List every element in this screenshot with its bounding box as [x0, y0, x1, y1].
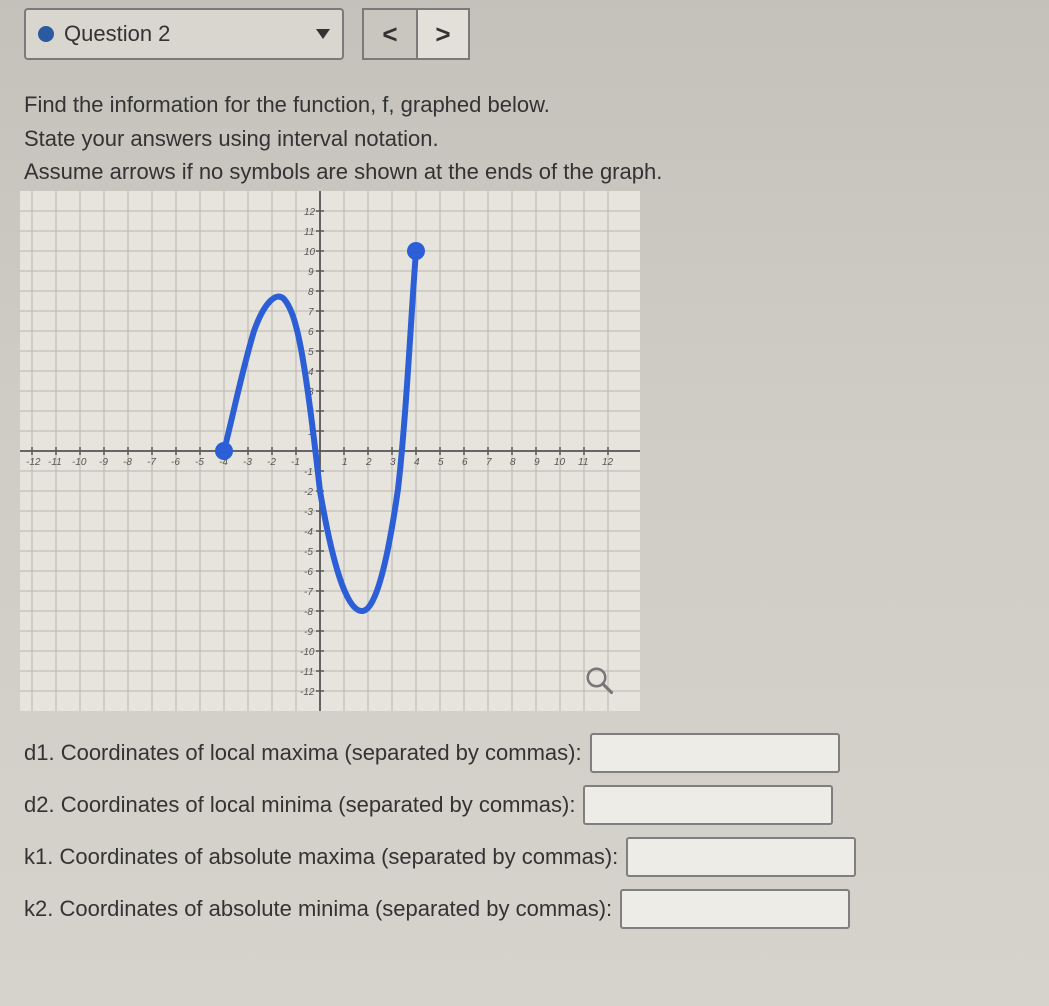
endpoint-right — [407, 242, 425, 260]
svg-text:-3: -3 — [243, 457, 252, 468]
svg-text:-8: -8 — [123, 457, 132, 468]
chevron-right-icon: > — [435, 19, 450, 50]
svg-text:10: 10 — [554, 457, 566, 468]
svg-text:-8: -8 — [304, 607, 313, 618]
svg-text:-12: -12 — [300, 687, 315, 698]
svg-text:-5: -5 — [304, 547, 313, 558]
input-d2[interactable] — [583, 785, 833, 825]
instruction-line-1: Find the information for the function, f… — [24, 90, 984, 120]
next-question-button[interactable]: > — [416, 8, 470, 60]
zoom-icon[interactable] — [584, 665, 614, 695]
svg-text:12: 12 — [602, 457, 614, 468]
svg-text:-2: -2 — [267, 457, 276, 468]
svg-text:12: 12 — [304, 207, 316, 218]
input-k1[interactable] — [626, 837, 856, 877]
question-number-label: Question 2 — [64, 21, 306, 47]
function-graph: -12-11-10-9-8-7-6-5-4-3-2-1 123456789101… — [20, 191, 640, 711]
svg-text:-6: -6 — [304, 567, 313, 578]
svg-text:-3: -3 — [304, 507, 313, 518]
svg-text:-11: -11 — [300, 667, 314, 678]
svg-text:-5: -5 — [195, 457, 204, 468]
svg-text:1: 1 — [342, 457, 348, 468]
svg-text:9: 9 — [534, 457, 540, 468]
svg-text:-1: -1 — [304, 467, 313, 478]
answer-section: d1. Coordinates of local maxima (separat… — [24, 733, 1049, 929]
svg-text:9: 9 — [308, 267, 314, 278]
input-k2[interactable] — [620, 889, 850, 929]
question-d1: d1. Coordinates of local maxima (separat… — [24, 733, 1049, 773]
chevron-left-icon: < — [382, 19, 397, 50]
graph-container: -12-11-10-9-8-7-6-5-4-3-2-1 123456789101… — [20, 191, 640, 711]
svg-text:-9: -9 — [99, 457, 108, 468]
label-d1: d1. Coordinates of local maxima (separat… — [24, 738, 582, 768]
svg-text:6: 6 — [462, 457, 468, 468]
svg-text:-10: -10 — [300, 647, 315, 658]
endpoint-left — [215, 442, 233, 460]
question-k1: k1. Coordinates of absolute maxima (sepa… — [24, 837, 1049, 877]
svg-text:-12: -12 — [26, 457, 41, 468]
question-selector[interactable]: Question 2 — [24, 8, 344, 60]
svg-text:-7: -7 — [304, 587, 313, 598]
svg-text:5: 5 — [438, 457, 444, 468]
svg-text:10: 10 — [304, 247, 316, 258]
svg-text:-7: -7 — [147, 457, 156, 468]
svg-text:3: 3 — [390, 457, 396, 468]
svg-text:-9: -9 — [304, 627, 313, 638]
question-k2: k2. Coordinates of absolute minima (sepa… — [24, 889, 1049, 929]
svg-text:-6: -6 — [171, 457, 180, 468]
question-header: Question 2 < > — [24, 8, 1049, 60]
chevron-down-icon — [316, 29, 330, 39]
svg-text:2: 2 — [365, 457, 372, 468]
question-body: Find the information for the function, f… — [24, 90, 1049, 929]
input-d1[interactable] — [590, 733, 840, 773]
svg-text:11: 11 — [578, 457, 588, 468]
label-k1: k1. Coordinates of absolute maxima (sepa… — [24, 842, 618, 872]
label-d2: d2. Coordinates of local minima (separat… — [24, 790, 575, 820]
previous-question-button[interactable]: < — [362, 8, 416, 60]
nav-buttons: < > — [362, 8, 470, 60]
svg-text:-10: -10 — [72, 457, 87, 468]
instruction-line-3: Assume arrows if no symbols are shown at… — [24, 157, 984, 187]
svg-text:7: 7 — [308, 307, 314, 318]
svg-text:5: 5 — [308, 347, 314, 358]
svg-text:4: 4 — [414, 457, 420, 468]
instruction-line-2: State your answers using interval notati… — [24, 124, 984, 154]
svg-text:-4: -4 — [304, 527, 313, 538]
svg-text:7: 7 — [486, 457, 492, 468]
status-dot-icon — [38, 26, 54, 42]
svg-text:-2: -2 — [304, 487, 313, 498]
svg-text:8: 8 — [308, 287, 314, 298]
question-d2: d2. Coordinates of local minima (separat… — [24, 785, 1049, 825]
label-k2: k2. Coordinates of absolute minima (sepa… — [24, 894, 612, 924]
svg-text:6: 6 — [308, 327, 314, 338]
svg-text:11: 11 — [304, 227, 314, 238]
svg-text:-1: -1 — [291, 457, 300, 468]
svg-text:4: 4 — [308, 367, 314, 378]
svg-text:8: 8 — [510, 457, 516, 468]
page: Question 2 < > Find the information for … — [0, 0, 1049, 1006]
svg-text:-11: -11 — [48, 457, 62, 468]
